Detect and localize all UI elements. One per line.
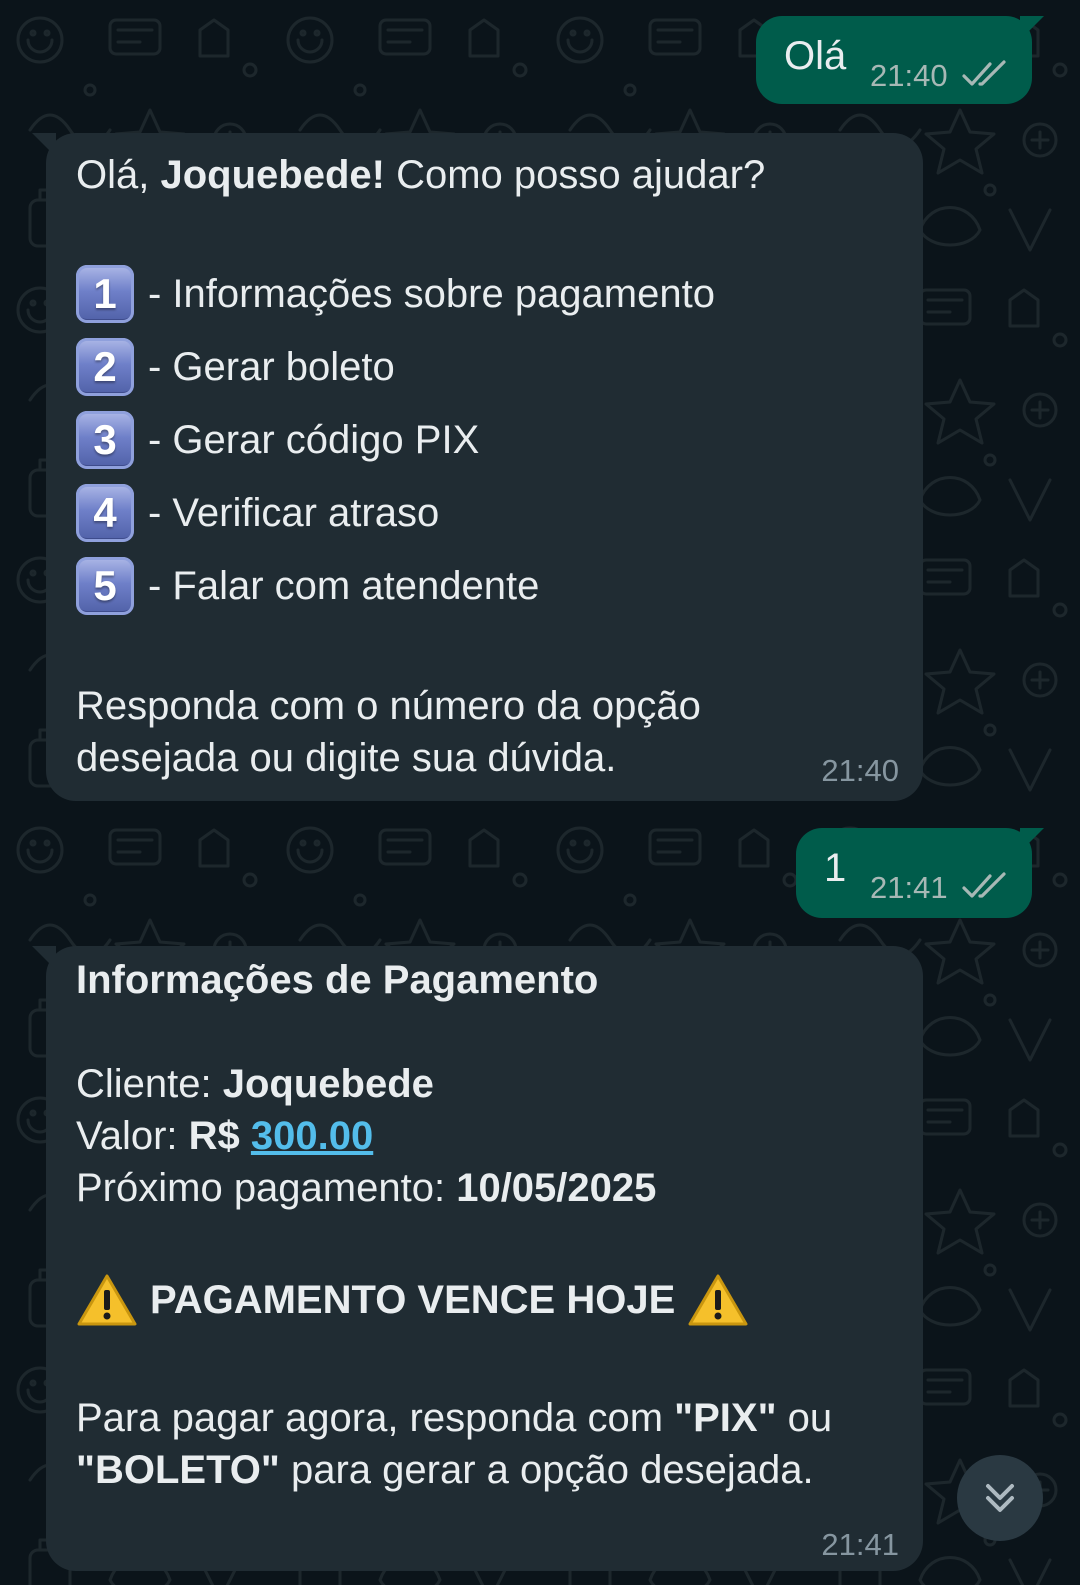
warning-line: PAGAMENTO VENCE HOJE (76, 1270, 899, 1330)
keycap-3-icon: 3 (76, 410, 134, 469)
scroll-to-bottom-button[interactable] (957, 1455, 1043, 1541)
customer-name: Joquebede! (160, 153, 385, 197)
instruction-line: "BOLETO" para gerar a opção desejada. (76, 1448, 814, 1492)
keycap-2-icon: 2 (76, 337, 134, 396)
warning-text: PAGAMENTO VENCE HOJE (150, 1278, 676, 1322)
menu-option: 2 - Gerar boleto (76, 330, 899, 403)
next-payment-date: 10/05/2025 (456, 1166, 657, 1210)
warning-icon (77, 1274, 137, 1326)
double-check-icon (962, 60, 1006, 86)
client-name: Joquebede (222, 1062, 434, 1106)
instruction-line: desejada ou digite sua dúvida. (76, 736, 617, 780)
message-text: 1 (824, 846, 847, 890)
outgoing-message[interactable]: 1 21:41 (796, 828, 1044, 918)
client-line: Cliente: Joquebede (76, 1062, 434, 1106)
instruction-line: Responda com o número da opção (76, 684, 701, 728)
message-text: Olá (784, 34, 847, 78)
menu-option-label: - Falar com atendente (148, 563, 540, 608)
menu-option: 5 - Falar com atendente (76, 549, 899, 622)
menu-option: 1 - Informações sobre pagamento (76, 257, 899, 330)
menu-option: 3 - Gerar código PIX (76, 403, 899, 476)
menu-option-label: - Verificar atraso (148, 490, 440, 535)
bubble-tail-icon (32, 133, 56, 157)
amount-link[interactable]: 300.00 (251, 1114, 373, 1158)
menu-option-label: - Gerar código PIX (148, 417, 480, 462)
keycap-4-icon: 4 (76, 483, 134, 542)
keycap-5-icon: 5 (76, 556, 134, 615)
bubble-tail-icon (1020, 16, 1044, 40)
menu-option: 4 - Verificar atraso (76, 476, 899, 549)
double-chevron-down-icon (986, 1484, 1014, 1512)
outgoing-message[interactable]: Olá 21:40 (756, 16, 1044, 104)
warning-icon (688, 1274, 748, 1326)
incoming-message[interactable]: Olá, Joquebede! Como posso ajudar? 1 - I… (32, 133, 923, 801)
instruction-line: Para pagar agora, responda com "PIX" ou (76, 1396, 833, 1440)
menu-option-label: - Informações sobre pagamento (148, 271, 715, 316)
value-line: Valor: R$ 300.00 (76, 1114, 374, 1158)
incoming-message[interactable]: Informações de Pagamento Cliente: Joqueb… (32, 946, 923, 1571)
payment-info-title: Informações de Pagamento (76, 958, 599, 1002)
double-check-icon (962, 872, 1006, 898)
next-payment-line: Próximo pagamento: 10/05/2025 (76, 1166, 657, 1210)
message-time: 21:40 (870, 58, 948, 93)
keycap-1-icon: 1 (76, 264, 134, 323)
menu-option-label: - Gerar boleto (148, 344, 395, 389)
bubble-tail-icon (32, 946, 56, 970)
message-time: 21:41 (821, 1527, 899, 1562)
greeting-line: Olá, Joquebede! Como posso ajudar? (76, 153, 766, 197)
message-time: 21:41 (870, 870, 948, 905)
message-time: 21:40 (821, 753, 899, 788)
bubble-tail-icon (1020, 828, 1044, 852)
